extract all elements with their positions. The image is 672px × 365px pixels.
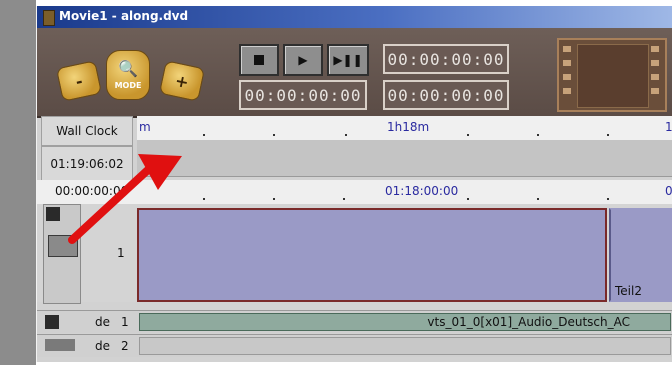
audio-clip-1[interactable]: vts_01_0[x01]_Audio_Deutsch_AC xyxy=(139,313,671,331)
video-clip-2-label: Teil2 xyxy=(615,284,642,298)
zoom-in-button[interactable]: + xyxy=(158,60,206,102)
timecode-display-bottom-left: 00:00:00:00 xyxy=(239,80,367,110)
ruler-bottom-right-label: 0 xyxy=(665,184,672,198)
play-step-icon: ▶❚❚ xyxy=(333,53,363,67)
play-step-button[interactable]: ▶❚❚ xyxy=(327,44,369,76)
wall-clock-band xyxy=(137,140,672,177)
audio-track-2-number: 2 xyxy=(121,339,129,353)
magnifier-icon: 🔍 xyxy=(118,58,138,78)
zoom-out-label: - xyxy=(73,71,85,91)
timecode-display-bottom-right: 00:00:00:00 xyxy=(383,80,509,110)
preview-frame xyxy=(577,44,649,108)
app-icon xyxy=(43,10,55,26)
timecode-display-top: 00:00:00:00 xyxy=(383,44,509,74)
video-track-number: 1 xyxy=(117,246,125,260)
audio-track-row-2: de 2 xyxy=(37,334,672,357)
toolbar: - 🔍 MODE + ▶ ▶❚❚ 00:00:00:00 00:00:00:00… xyxy=(37,28,672,118)
stop-icon xyxy=(254,55,264,65)
ruler-top-right-label: 1 xyxy=(665,120,672,134)
audio-track-1-lang: de xyxy=(95,315,110,329)
track-grip-icon[interactable] xyxy=(48,235,78,257)
ruler-bottom-left-label: 00:00:00:00 xyxy=(55,184,129,198)
video-track-header[interactable] xyxy=(43,204,81,304)
play-button[interactable]: ▶ xyxy=(283,44,323,76)
time-ruler-top[interactable]: m 1h18m 1 xyxy=(137,116,672,141)
preview-filmstrip xyxy=(557,38,667,112)
play-icon: ▶ xyxy=(298,53,308,67)
zoom-out-button[interactable]: - xyxy=(55,60,103,102)
app-window: Movie1 - along.dvd - 🔍 MODE + ▶ ▶❚❚ 00:0… xyxy=(36,6,672,362)
audio-track-1-toggle-icon[interactable] xyxy=(45,315,59,329)
left-gutter xyxy=(0,0,36,365)
window-title: Movie1 - along.dvd xyxy=(59,9,189,23)
wall-clock-value: 01:19:06:02 xyxy=(41,146,133,182)
audio-clip-1-label: vts_01_0[x01]_Audio_Deutsch_AC xyxy=(427,315,630,329)
video-clip-2[interactable]: Teil2 xyxy=(609,208,672,302)
zoom-in-label: + xyxy=(173,70,191,92)
ruler-top-middle-label: 1h18m xyxy=(387,120,430,134)
video-clip-1[interactable] xyxy=(137,208,607,302)
title-bar: Movie1 - along.dvd xyxy=(37,6,672,28)
zoom-mode-button[interactable]: 🔍 MODE xyxy=(106,50,150,100)
zoom-mode-label: MODE xyxy=(114,80,142,90)
time-ruler-bottom[interactable]: 00:00:00:00 01:18:00:00 0 xyxy=(37,180,672,205)
ruler-bottom-middle-label: 01:18:00:00 xyxy=(385,184,459,198)
track-collapse-icon[interactable] xyxy=(46,207,60,221)
stop-button[interactable] xyxy=(239,44,279,76)
audio-clip-2[interactable] xyxy=(139,337,671,355)
audio-track-2-lang: de xyxy=(95,339,110,353)
wall-clock-label: Wall Clock xyxy=(41,116,133,146)
audio-track-1-number: 1 xyxy=(121,315,129,329)
audio-track-2-toggle-icon[interactable] xyxy=(45,339,75,351)
audio-track-row-1: de 1 vts_01_0[x01]_Audio_Deutsch_AC xyxy=(37,310,672,333)
ruler-top-left-label: m xyxy=(139,120,151,134)
